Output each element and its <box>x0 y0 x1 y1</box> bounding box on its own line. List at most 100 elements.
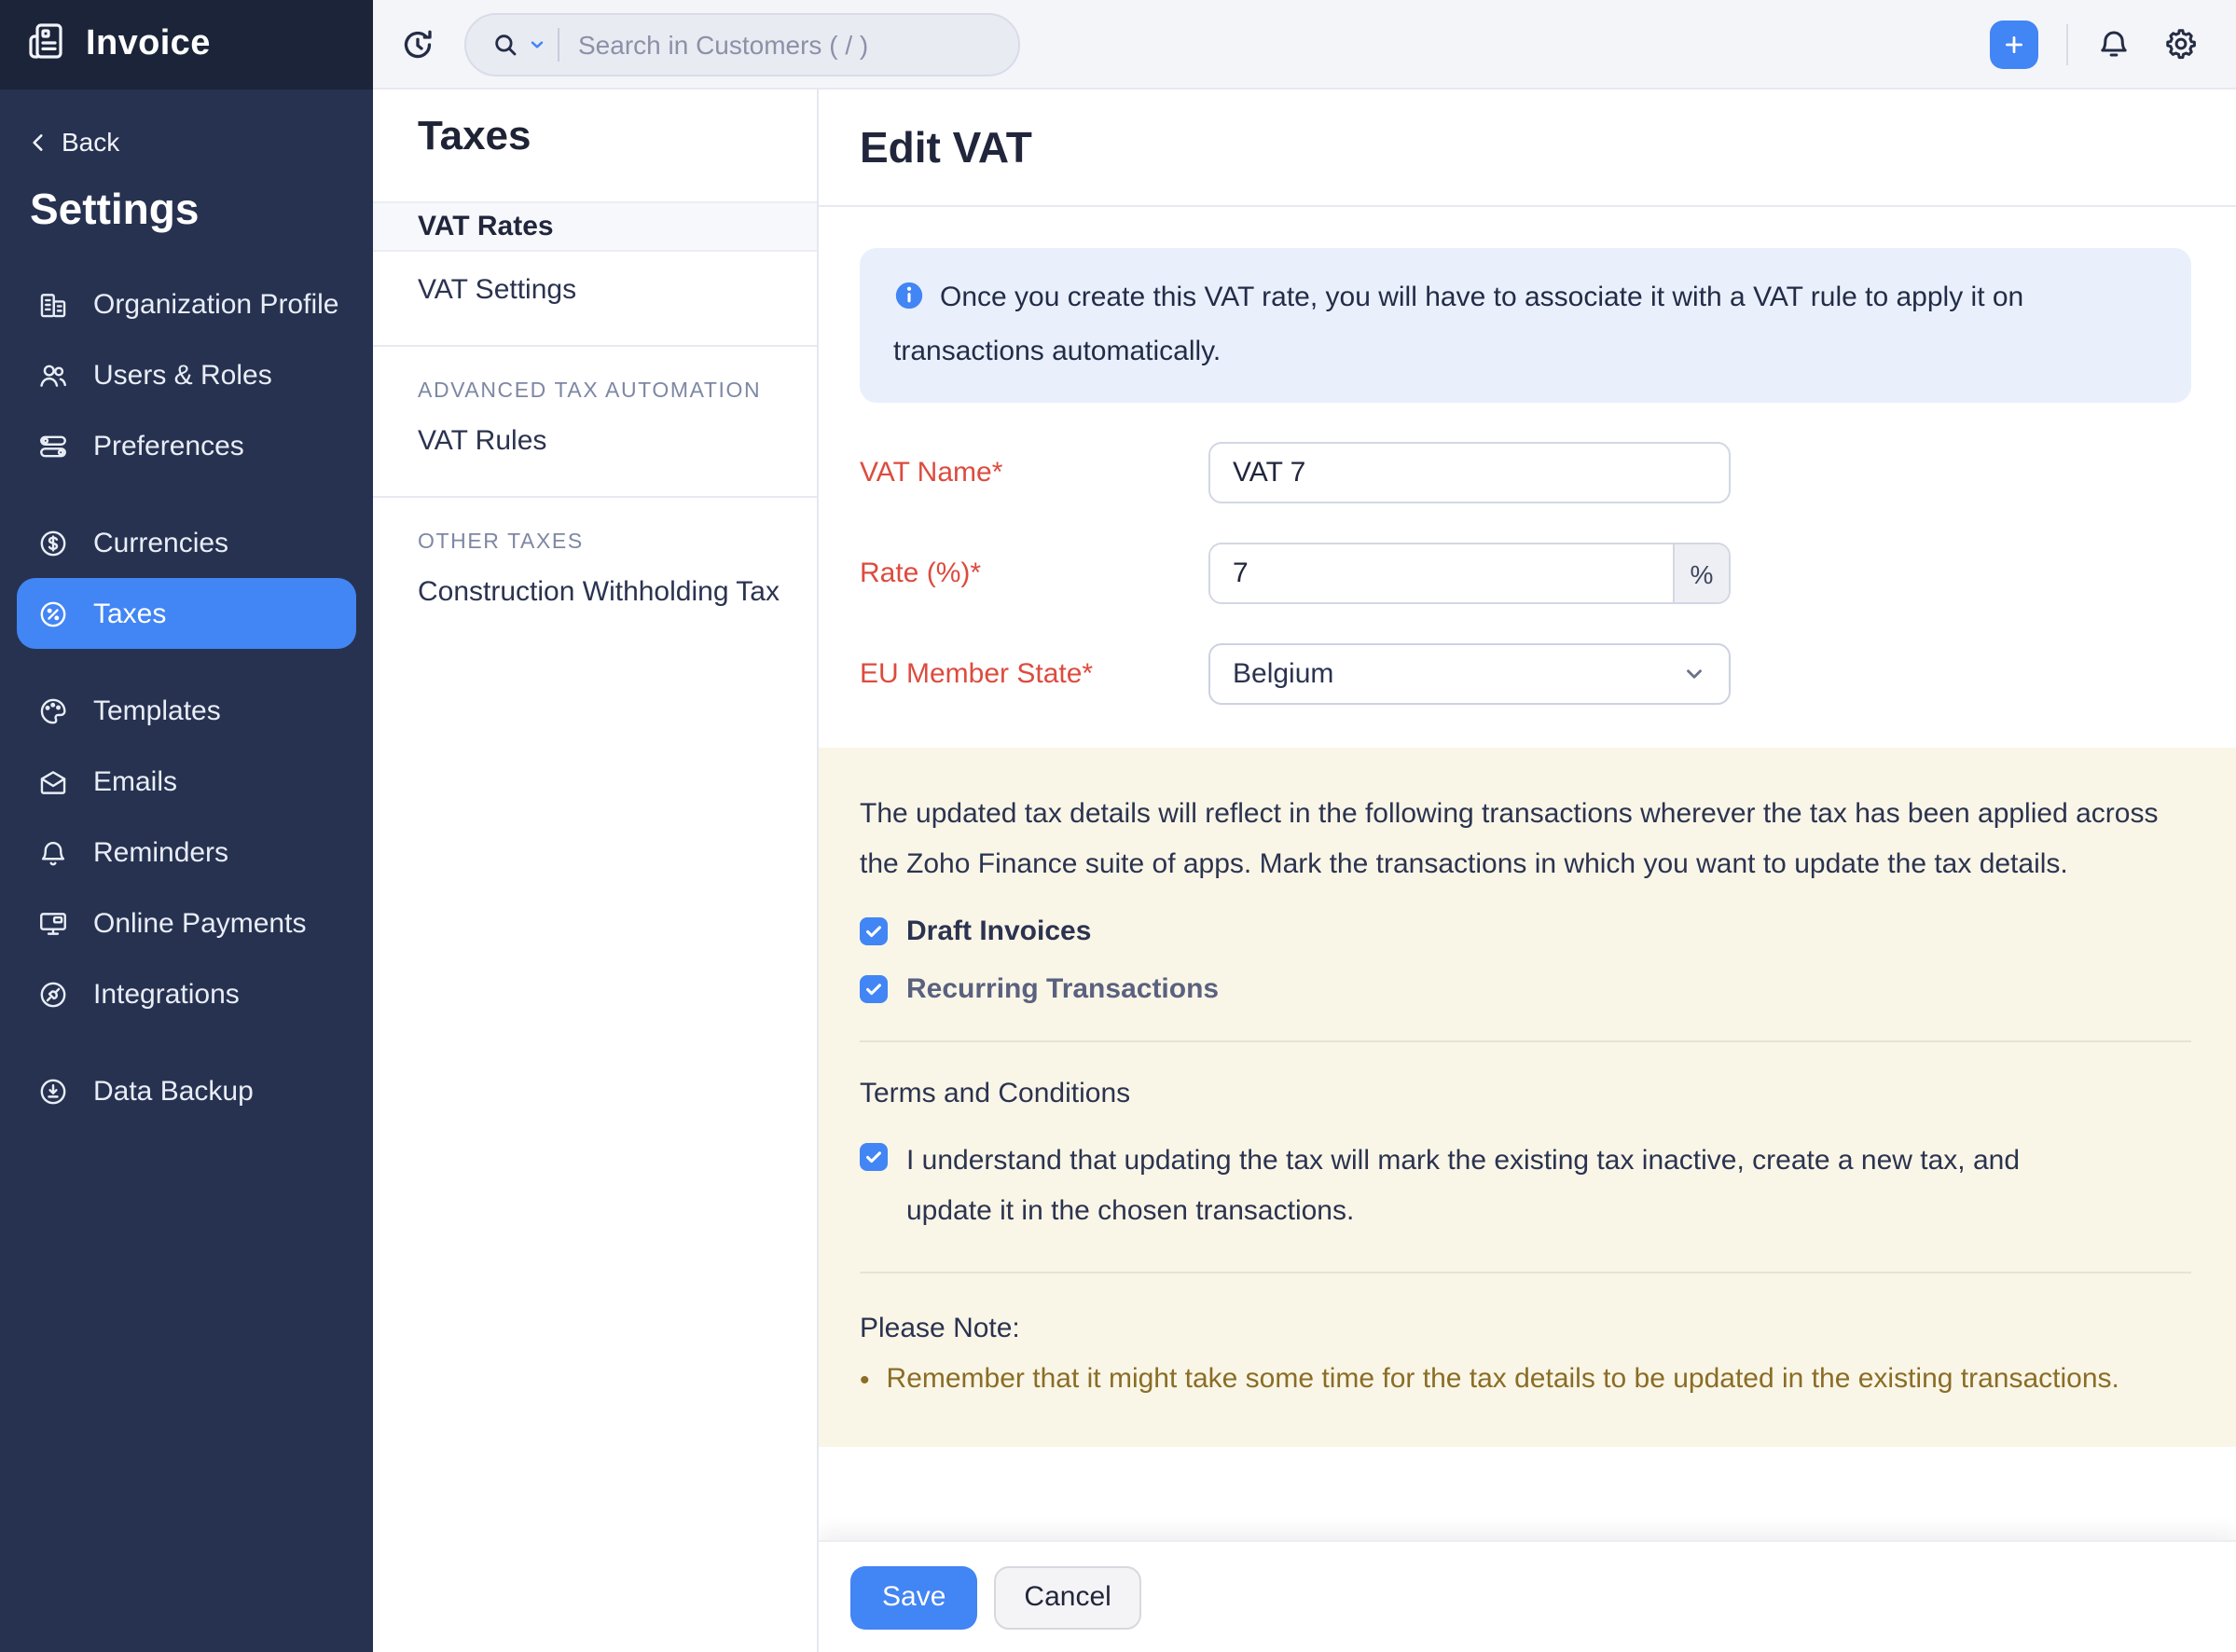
section-divider <box>860 1040 2191 1042</box>
sidebar-item-emails[interactable]: Emails <box>0 746 373 817</box>
chevron-down-icon <box>1682 662 1706 686</box>
sidebar-item-label: Data Backup <box>93 1075 254 1107</box>
chevron-left-icon <box>26 130 50 154</box>
sidebar-item-integrations[interactable]: Integrations <box>0 958 373 1029</box>
integrations-icon <box>37 978 69 1010</box>
eu-member-state-select[interactable]: Belgium <box>1208 643 1731 705</box>
bullet-dot: • <box>860 1363 870 1398</box>
sidebar-item-label: Taxes <box>93 598 166 629</box>
sidebar-item-organization-profile[interactable]: Organization Profile <box>0 268 373 339</box>
online-payments-icon <box>37 907 69 939</box>
subnav-heading-other-taxes: OTHER TAXES <box>418 531 817 554</box>
draft-invoices-checkbox-row[interactable]: Draft Invoices <box>860 915 2191 947</box>
info-icon <box>893 280 925 328</box>
vat-form: VAT Name* Rate (%)* % EU Member State* <box>819 442 2236 705</box>
sidebar-item-label: Organization Profile <box>93 288 338 320</box>
sidebar-item-templates[interactable]: Templates <box>0 675 373 746</box>
edit-vat-panel: Edit VAT Once you create this VAT rate, … <box>819 89 2236 1652</box>
search-icon <box>490 29 520 59</box>
nav-group-gap <box>0 1029 373 1055</box>
subnav-divider <box>373 496 817 498</box>
sidebar-item-currencies[interactable]: Currencies <box>0 507 373 578</box>
please-note-heading: Please Note: <box>860 1313 2191 1344</box>
invoice-logo-icon <box>24 18 69 72</box>
sidebar-item-preferences[interactable]: Preferences <box>0 410 373 481</box>
sidebar-item-users-roles[interactable]: Users & Roles <box>0 339 373 410</box>
rate-input-group: % <box>1208 543 1731 604</box>
search-divider <box>558 27 559 61</box>
back-label: Back <box>62 127 119 157</box>
cancel-button[interactable]: Cancel <box>994 1565 1140 1629</box>
currencies-icon <box>37 527 69 558</box>
sidebar-item-label: Currencies <box>93 527 228 558</box>
note-bullet: • Remember that it might take some time … <box>860 1363 2191 1398</box>
data-backup-icon <box>37 1075 69 1107</box>
settings-gear-button[interactable] <box>2163 26 2199 62</box>
users-icon <box>37 359 69 391</box>
sidebar-item-taxes[interactable]: Taxes <box>17 578 356 649</box>
preferences-icon <box>37 430 69 461</box>
subnav-item-vat-rates[interactable]: VAT Rates <box>373 201 817 252</box>
subnav-divider <box>373 345 817 347</box>
sidebar-item-label: Reminders <box>93 836 228 868</box>
global-search[interactable] <box>464 12 1020 76</box>
subnav-item-vat-rules[interactable]: VAT Rules <box>373 416 817 466</box>
app-logo[interactable]: Invoice <box>0 0 373 89</box>
rate-input[interactable] <box>1210 544 1673 602</box>
note-bullet-text: Remember that it might take some time fo… <box>887 1363 2119 1398</box>
sidebar-item-label: Integrations <box>93 978 240 1010</box>
emails-icon <box>37 765 69 797</box>
quick-create-button[interactable] <box>1990 20 2038 68</box>
rate-row: Rate (%)* % <box>819 543 2236 604</box>
update-transactions-section: The updated tax details will reflect in … <box>819 748 2236 1447</box>
sidebar-item-label: Preferences <box>93 430 244 461</box>
checkbox-checked-icon[interactable] <box>860 1143 888 1171</box>
sidebar-item-label: Users & Roles <box>93 359 272 391</box>
rate-label: Rate (%)* <box>860 558 1208 589</box>
terms-checkbox-row[interactable]: I understand that updating the tax will … <box>860 1136 2191 1236</box>
settings-nav: Organization Profile Users & Roles <box>0 268 373 1126</box>
nav-group-gap <box>0 481 373 507</box>
eu-member-state-label: EU Member State* <box>860 658 1208 690</box>
subnav-item-vat-settings[interactable]: VAT Settings <box>373 265 817 315</box>
sidebar-item-label: Templates <box>93 695 221 726</box>
organization-icon <box>37 288 69 320</box>
search-input[interactable] <box>578 29 994 59</box>
save-button[interactable]: Save <box>850 1565 977 1629</box>
page-title: Edit VAT <box>860 123 2236 173</box>
sidebar-item-reminders[interactable]: Reminders <box>0 817 373 888</box>
vat-name-input[interactable] <box>1208 442 1731 503</box>
search-scope-chevron-icon[interactable] <box>528 34 546 53</box>
recent-history-button[interactable] <box>392 18 444 70</box>
sidebar-item-label: Emails <box>93 765 177 797</box>
recurring-transactions-label: Recurring Transactions <box>906 973 1219 1005</box>
eu-member-state-row: EU Member State* Belgium <box>819 643 2236 705</box>
topbar-divider <box>2066 23 2068 64</box>
reminders-icon <box>37 836 69 868</box>
percent-addon: % <box>1673 544 1729 602</box>
update-intro-text: The updated tax details will reflect in … <box>860 789 2165 889</box>
terms-heading: Terms and Conditions <box>860 1078 2191 1109</box>
subnav-item-construction-withholding-tax[interactable]: Construction Withholding Tax <box>373 567 817 617</box>
title-divider <box>819 205 2236 207</box>
checkbox-checked-icon[interactable] <box>860 917 888 945</box>
sidebar-title: Settings <box>0 185 373 235</box>
checkbox-checked-icon[interactable] <box>860 975 888 1003</box>
templates-icon <box>37 695 69 726</box>
nav-group-gap <box>0 649 373 675</box>
eu-member-state-value: Belgium <box>1233 658 1333 690</box>
recurring-transactions-checkbox-row[interactable]: Recurring Transactions <box>860 973 2191 1005</box>
notifications-button[interactable] <box>2096 26 2132 62</box>
info-banner: Once you create this VAT rate, you will … <box>860 248 2191 403</box>
sidebar-item-data-backup[interactable]: Data Backup <box>0 1055 373 1126</box>
sidebar-item-online-payments[interactable]: Online Payments <box>0 888 373 958</box>
sidebar-item-label: Online Payments <box>93 907 306 939</box>
back-button[interactable]: Back <box>0 127 373 157</box>
subnav-heading-advanced-tax-automation: ADVANCED TAX AUTOMATION <box>418 380 817 403</box>
product-name: Invoice <box>86 24 211 65</box>
subnav-title: Taxes <box>418 112 817 160</box>
taxes-subnav: Taxes VAT Rates VAT Settings ADVANCED TA… <box>373 89 819 1652</box>
form-footer: Save Cancel <box>819 1540 2236 1652</box>
vat-name-row: VAT Name* <box>819 442 2236 503</box>
info-banner-text: Once you create this VAT rate, you will … <box>893 282 2023 367</box>
